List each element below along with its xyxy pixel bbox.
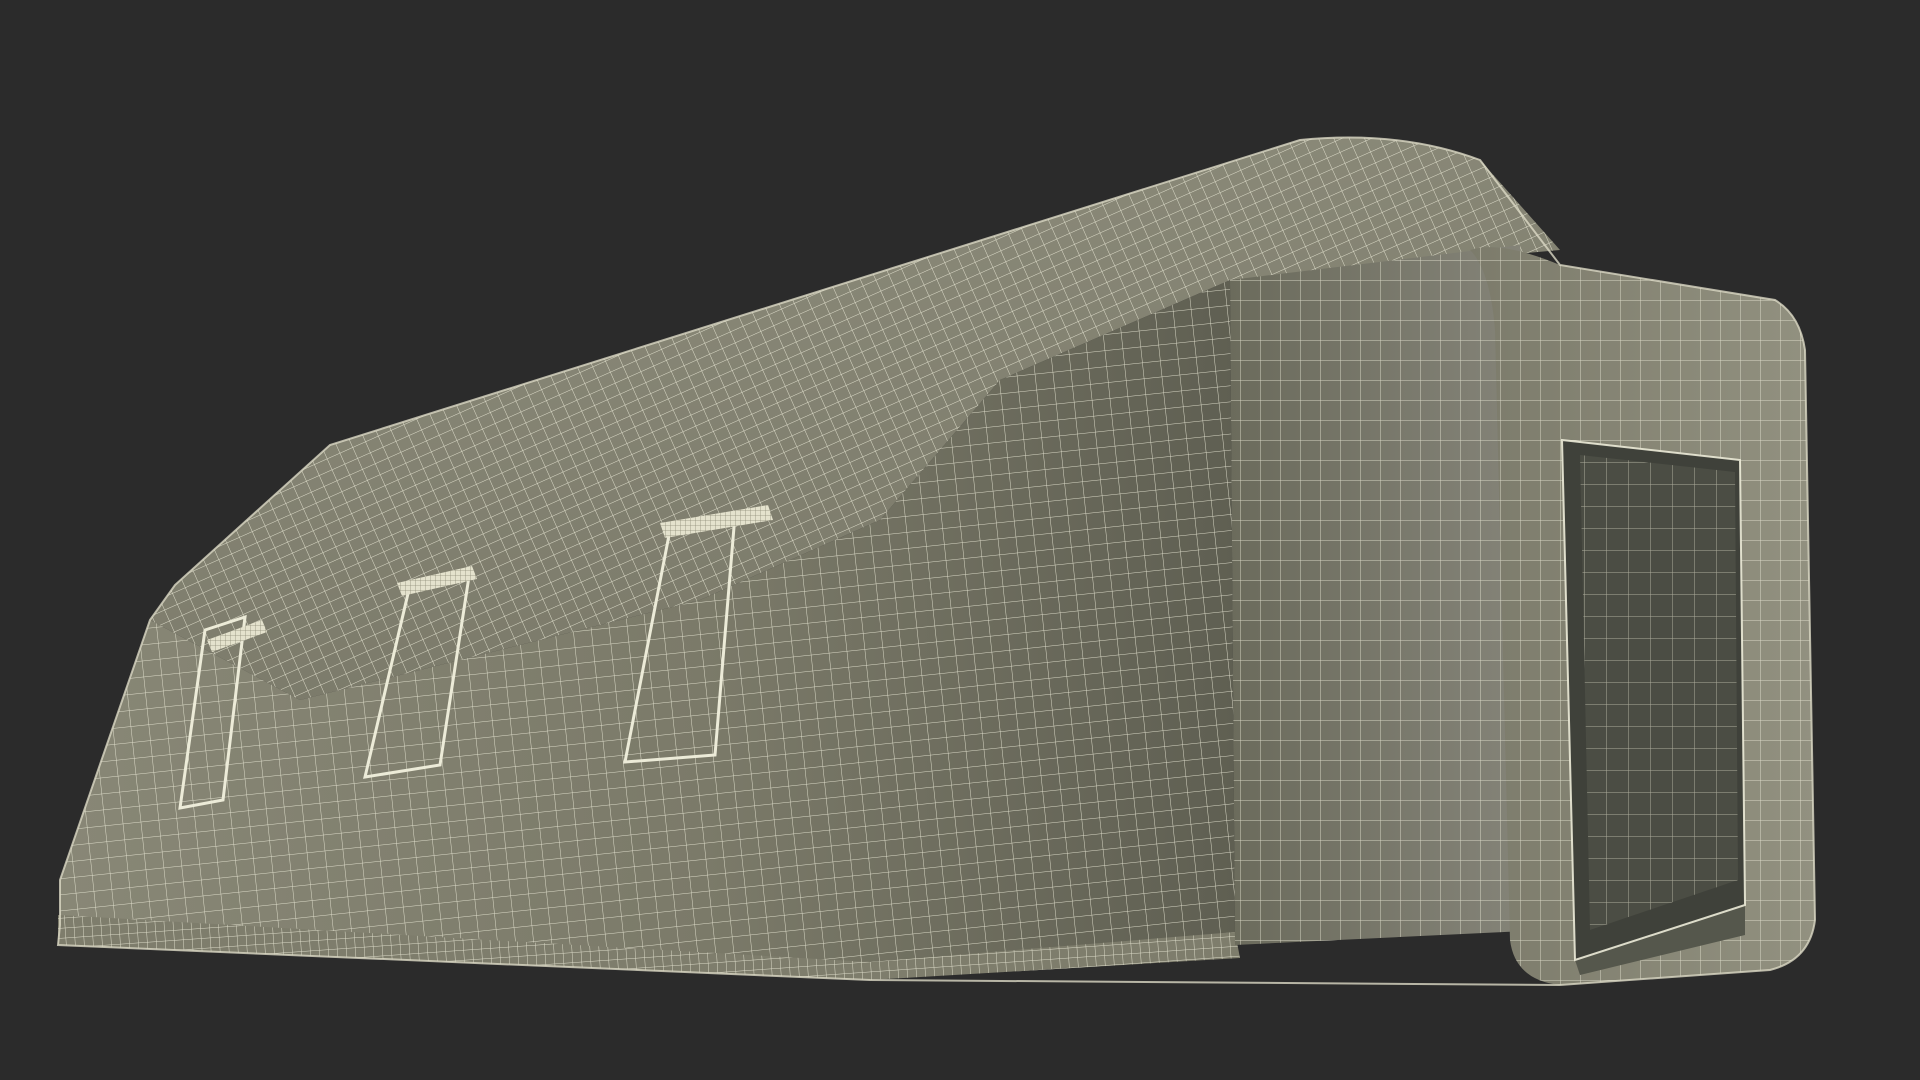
render-viewport	[0, 0, 1920, 1080]
tent-doorway	[1560, 438, 1747, 975]
tent-wireframe-render	[56, 136, 1817, 987]
